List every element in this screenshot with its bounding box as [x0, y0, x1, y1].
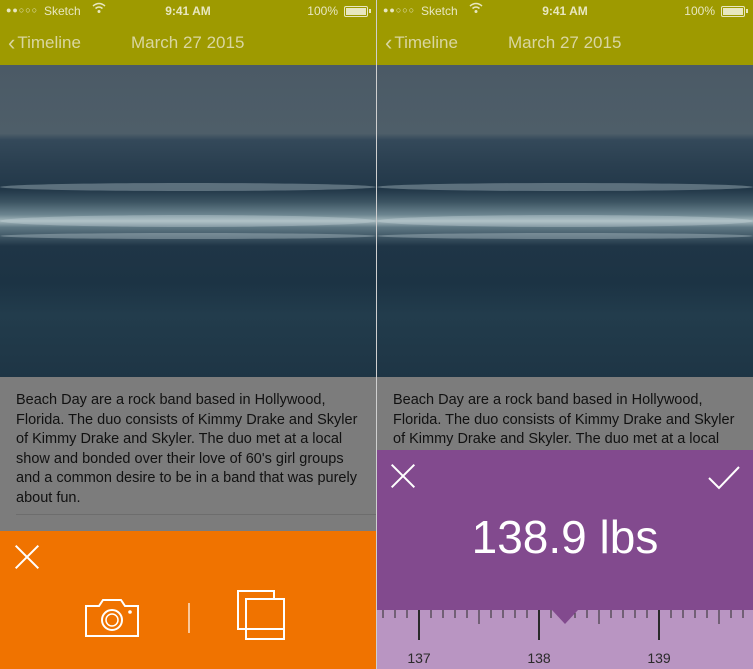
beach-photo [0, 65, 376, 377]
battery-icon [344, 6, 368, 17]
photo-action-sheet [0, 531, 376, 669]
chevron-left-icon: ‹ [8, 30, 16, 55]
status-bar: ●●○○○ Sketch 9:41 AM 100% [377, 0, 753, 22]
chevron-left-icon: ‹ [385, 30, 393, 55]
back-label: Timeline [17, 33, 81, 52]
ruler-label: 139 [647, 650, 671, 666]
navigation-bar: ●●○○○ Sketch 9:41 AM 100% ‹ Timeline Marc… [377, 0, 753, 65]
status-bar: ●●○○○ Sketch 9:41 AM 100% [0, 0, 376, 22]
back-button[interactable]: ‹ Timeline [8, 30, 81, 56]
ruler-label: 138 [527, 650, 551, 666]
article-text: Beach Day are a rock band based in Holly… [16, 392, 358, 506]
battery-icon [721, 6, 745, 17]
beach-photo [377, 65, 753, 377]
weight-picker-sheet: 138.9 lbs [377, 450, 753, 610]
check-icon[interactable] [707, 464, 741, 492]
photo-entry-screen: ●●○○○ Sketch 9:41 AM 100% ‹ Timeline Marc… [0, 0, 376, 669]
close-icon[interactable] [389, 462, 417, 490]
ruler-label: 137 [407, 650, 431, 666]
weight-value: 138.9 lbs [471, 511, 659, 563]
battery-percentage: 100% [684, 4, 715, 18]
weight-entry-screen: ●●○○○ Sketch 9:41 AM 100% ‹ Timeline Marc… [377, 0, 753, 669]
divider [16, 514, 376, 515]
back-label: Timeline [394, 33, 458, 52]
battery-percentage: 100% [307, 4, 338, 18]
navigation-bar: ●●○○○ Sketch 9:41 AM 100% ‹ Timeline Marc… [0, 0, 376, 65]
page-title: March 27 2015 [131, 33, 245, 52]
page-title: March 27 2015 [508, 33, 622, 52]
close-icon[interactable] [13, 543, 41, 571]
camera-icon[interactable] [84, 594, 140, 638]
divider [188, 603, 190, 633]
weight-ruler[interactable]: 137 138 139 [377, 610, 753, 669]
back-button[interactable]: ‹ Timeline [385, 30, 458, 56]
gallery-icon[interactable] [236, 589, 288, 641]
